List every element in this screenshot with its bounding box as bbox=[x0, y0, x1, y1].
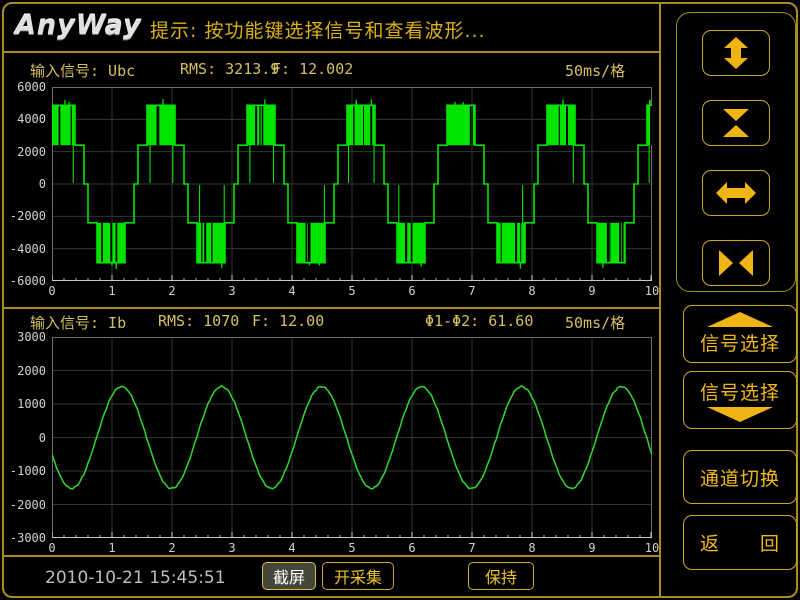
x-tick-label: 10 bbox=[640, 284, 664, 298]
y-tick-label: -2000 bbox=[4, 498, 46, 512]
screenshot-label: 截屏 bbox=[273, 564, 305, 588]
y-tick-label: 1000 bbox=[4, 397, 46, 411]
signal-select-up-label: 信号选择 bbox=[700, 329, 780, 356]
expand-vertical-icon bbox=[716, 37, 756, 69]
x-tick-label: 2 bbox=[160, 284, 184, 298]
return-button[interactable]: 返 回 bbox=[683, 515, 797, 570]
x-tick-label: 7 bbox=[460, 541, 484, 555]
vertical-expand-button[interactable] bbox=[702, 30, 770, 76]
signal-select-down-button[interactable]: 信号选择 bbox=[683, 371, 797, 429]
x-tick-label: 7 bbox=[460, 284, 484, 298]
phase-diff-value: Φ1-Φ2: 61.60 bbox=[425, 312, 533, 330]
header-divider bbox=[4, 51, 659, 53]
x-tick-label: 8 bbox=[520, 541, 544, 555]
horizontal-expand-button[interactable] bbox=[702, 170, 770, 216]
y-tick-label: 6000 bbox=[4, 80, 46, 94]
expand-horizontal-icon bbox=[716, 177, 756, 209]
y-tick-label: 2000 bbox=[4, 364, 46, 378]
x-tick-label: 6 bbox=[400, 284, 424, 298]
x-tick-label: 2 bbox=[160, 541, 184, 555]
screenshot-button[interactable]: 截屏 bbox=[262, 562, 316, 590]
voltage-rms-value: RMS: 3213.9 bbox=[180, 60, 279, 78]
x-tick-label: 0 bbox=[40, 541, 64, 555]
y-tick-label: -1000 bbox=[4, 464, 46, 478]
horizontal-compress-button[interactable] bbox=[702, 240, 770, 286]
voltage-waveform-plot bbox=[52, 87, 652, 281]
current-timebase: 50ms/格 bbox=[565, 312, 625, 333]
triangle-down-icon bbox=[707, 407, 773, 422]
x-tick-label: 3 bbox=[220, 284, 244, 298]
signal-select-down-label: 信号选择 bbox=[700, 378, 780, 405]
triangle-up-icon bbox=[707, 312, 773, 327]
return-label-right: 回 bbox=[760, 529, 780, 556]
x-tick-label: 9 bbox=[580, 284, 604, 298]
x-tick-label: 1 bbox=[100, 284, 124, 298]
y-tick-label: -4000 bbox=[4, 242, 46, 256]
x-tick-label: 5 bbox=[340, 541, 364, 555]
y-tick-label: 0 bbox=[4, 431, 46, 445]
y-tick-label: -2000 bbox=[4, 209, 46, 223]
voltage-freq-value: F: 12.002 bbox=[272, 60, 353, 78]
timestamp: 2010-10-21 15:45:51 bbox=[45, 568, 226, 588]
x-tick-label: 10 bbox=[640, 541, 664, 555]
y-tick-label: 0 bbox=[4, 177, 46, 191]
compress-vertical-icon bbox=[716, 107, 756, 139]
y-tick-label: 2000 bbox=[4, 145, 46, 159]
x-tick-label: 1 bbox=[100, 541, 124, 555]
compress-horizontal-icon bbox=[716, 247, 756, 279]
signal-select-up-button[interactable]: 信号选择 bbox=[683, 305, 797, 363]
current-waveform-plot bbox=[52, 337, 652, 538]
voltage-timebase: 50ms/格 bbox=[565, 60, 625, 81]
main-sidebar-divider bbox=[659, 4, 661, 596]
x-tick-label: 5 bbox=[340, 284, 364, 298]
x-tick-label: 0 bbox=[40, 284, 64, 298]
anyway-logo: AnyWay bbox=[15, 10, 142, 41]
hold-button[interactable]: 保持 bbox=[468, 562, 534, 590]
start-acquisition-button[interactable]: 开采集 bbox=[322, 562, 394, 590]
channel-switch-button[interactable]: 通道切换 bbox=[683, 450, 797, 504]
return-label-left: 返 bbox=[700, 529, 720, 556]
current-freq-value: F: 12.00 bbox=[252, 312, 324, 330]
x-tick-label: 3 bbox=[220, 541, 244, 555]
footer-divider bbox=[4, 555, 659, 557]
x-tick-label: 9 bbox=[580, 541, 604, 555]
start-acquisition-label: 开采集 bbox=[334, 564, 382, 588]
vertical-compress-button[interactable] bbox=[702, 100, 770, 146]
x-tick-label: 4 bbox=[280, 541, 304, 555]
voltage-signal-label: 输入信号: Ubc bbox=[30, 60, 135, 81]
header-tip-text: 提示: 按功能键选择信号和查看波形... bbox=[150, 16, 486, 43]
chart-divider bbox=[4, 307, 659, 309]
channel-switch-label: 通道切换 bbox=[700, 464, 780, 491]
y-tick-label: 4000 bbox=[4, 112, 46, 126]
y-tick-label: 3000 bbox=[4, 330, 46, 344]
hold-label: 保持 bbox=[485, 564, 517, 588]
device-screen: AnyWay 提示: 按功能键选择信号和查看波形... 输入信号: Ubc RM… bbox=[0, 0, 800, 600]
current-rms-value: RMS: 1070 bbox=[158, 312, 239, 330]
x-tick-label: 8 bbox=[520, 284, 544, 298]
x-tick-label: 4 bbox=[280, 284, 304, 298]
x-tick-label: 6 bbox=[400, 541, 424, 555]
